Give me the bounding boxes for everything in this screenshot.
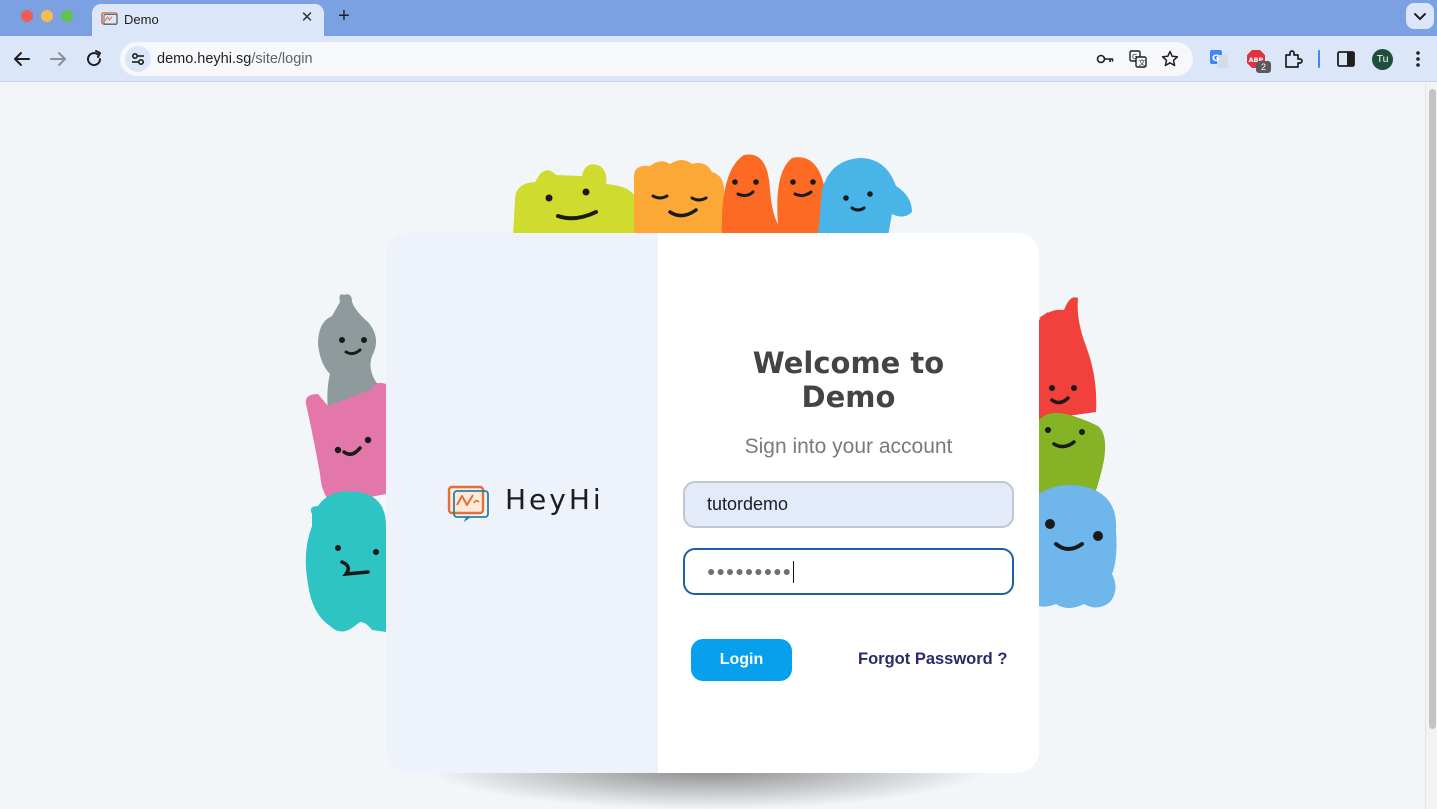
red-fish-monster-illustration bbox=[1039, 297, 1097, 420]
orange-monster-illustration bbox=[633, 160, 728, 236]
brand-panel: HeyHi bbox=[386, 233, 658, 773]
username-field[interactable]: tutordemo bbox=[683, 481, 1014, 528]
red-orange-monster-illustration bbox=[721, 154, 826, 236]
forgot-password-link[interactable]: Forgot Password ? bbox=[858, 650, 1007, 669]
password-field[interactable]: ●●●●●●●●● bbox=[683, 548, 1014, 595]
page-title: Welcome to Demo bbox=[658, 346, 1039, 414]
password-mask: ●●●●●●●●● bbox=[707, 563, 793, 579]
heyhi-logo-icon bbox=[447, 485, 489, 522]
pink-monster-illustration bbox=[305, 382, 386, 504]
login-button[interactable]: Login bbox=[691, 639, 792, 681]
login-card: HeyHi Welcome to Demo Sign into your acc… bbox=[386, 233, 1039, 773]
yellow-monster-illustration bbox=[513, 164, 640, 236]
light-blue-monster-illustration bbox=[1039, 485, 1117, 608]
blue-jellyfish-monster-illustration bbox=[818, 158, 912, 236]
text-caret bbox=[793, 561, 795, 584]
welcome-line: Welcome to bbox=[752, 346, 945, 380]
teal-monster-illustration bbox=[305, 491, 386, 632]
welcome-site-name: Demo bbox=[801, 380, 896, 414]
brand-name: HeyHi bbox=[505, 483, 604, 516]
sign-in-subtitle: Sign into your account bbox=[744, 435, 953, 458]
